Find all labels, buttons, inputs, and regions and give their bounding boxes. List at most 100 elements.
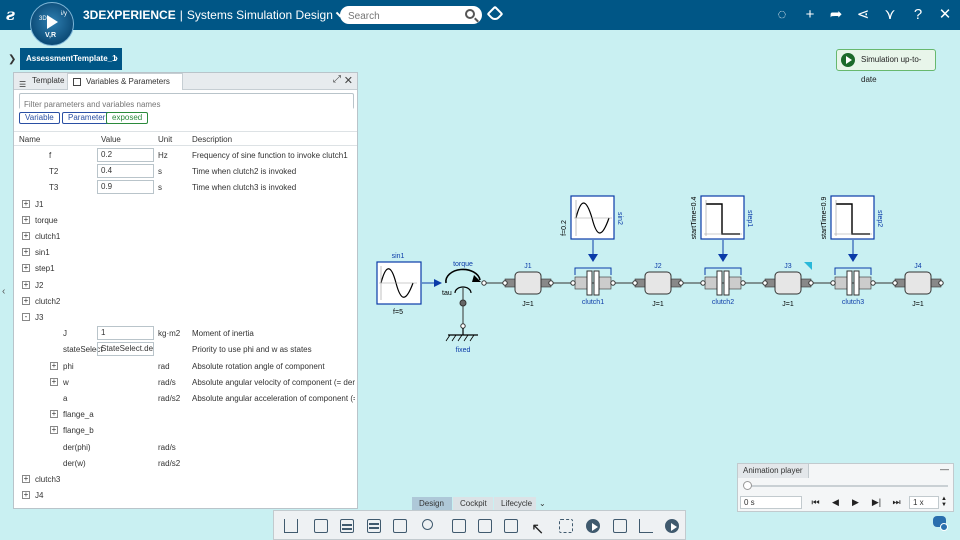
search-input[interactable]: [340, 7, 450, 26]
table-row[interactable]: + clutch3: [14, 471, 357, 487]
help-icon[interactable]: ?: [908, 5, 928, 25]
app-title[interactable]: 3DEXPERIENCE | Systems Simulation Design: [83, 8, 345, 22]
simulate-play-icon[interactable]: [584, 517, 602, 535]
results-icon[interactable]: [502, 517, 520, 535]
table-row[interactable]: + step1: [14, 260, 357, 276]
table-row[interactable]: stateSelect StateSelect.de Priority to use…: [14, 341, 357, 357]
chat-bubble-icon[interactable]: ◌: [772, 5, 792, 25]
notification-chat-icon[interactable]: [933, 516, 948, 531]
step-forward-icon[interactable]: ▶|: [867, 496, 886, 509]
minimize-icon[interactable]: —: [940, 464, 949, 474]
table-row[interactable]: a rad/s2 Absolute angular acceleration of …: [14, 390, 357, 406]
table-row[interactable]: + w rad/s Absolute angular velocity of comp…: [14, 374, 357, 390]
chevron-down-icon[interactable]: ⌄: [537, 497, 549, 510]
add-plot-icon[interactable]: [450, 517, 468, 535]
filter-input[interactable]: [20, 97, 353, 112]
expand-left-icon[interactable]: ❯: [8, 54, 16, 65]
table-row[interactable]: + phi rad Absolute rotation angle of compon…: [14, 358, 357, 374]
edit-plot-icon[interactable]: [476, 517, 494, 535]
experiment-icon[interactable]: [611, 517, 629, 535]
table-row[interactable]: + J2: [14, 277, 357, 293]
filter-field[interactable]: [19, 93, 354, 112]
speed-stepper-icon[interactable]: ▲ ▼: [941, 496, 947, 508]
table-row[interactable]: der(phi) rad/s: [14, 439, 357, 455]
search-icon[interactable]: [465, 9, 475, 19]
clutch2-block[interactable]: clutch2: [700, 240, 746, 306]
tab-variables-parameters[interactable]: Variables & Parameters: [67, 73, 183, 90]
fixed-ground[interactable]: fixed: [445, 323, 478, 354]
chart-icon[interactable]: [637, 517, 655, 535]
row-value-input[interactable]: StateSelect.de: [97, 342, 154, 357]
document-info-icon[interactable]: [391, 517, 409, 535]
torque-block[interactable]: torque tau: [442, 261, 487, 325]
clutch3-block[interactable]: clutch3: [830, 240, 876, 306]
timeline-knob[interactable]: [743, 481, 752, 490]
export-icon[interactable]: [282, 517, 300, 535]
expand-icon[interactable]: +: [50, 377, 58, 386]
apps-icon[interactable]: ⋎: [880, 5, 900, 25]
timeline-track[interactable]: [744, 485, 948, 487]
expand-icon[interactable]: +: [22, 232, 30, 240]
expand-icon[interactable]: +: [50, 426, 58, 435]
tab-design[interactable]: Design: [412, 497, 452, 510]
row-value-input[interactable]: 0.4: [97, 164, 154, 179]
step2-block[interactable]: step2 startTime=0.9: [821, 195, 883, 240]
table-row[interactable]: + clutch2: [14, 293, 357, 309]
current-time-field[interactable]: 0 s: [740, 496, 802, 509]
tab-template[interactable]: ☰ Template: [14, 73, 66, 90]
select-cursor-icon[interactable]: ↖: [529, 517, 547, 538]
step-back-icon[interactable]: ◀: [826, 496, 845, 509]
table-row[interactable]: + J1: [14, 196, 357, 212]
tab-lifecycle[interactable]: Lifecycle: [494, 497, 536, 510]
J2-inertia[interactable]: J2 J=1: [632, 263, 684, 308]
expand-icon[interactable]: +: [22, 215, 30, 224]
table-row[interactable]: T3 0.9 s Time when clutch3 is invoked: [14, 179, 357, 195]
chip-variable[interactable]: Variable: [19, 112, 60, 124]
row-value-input[interactable]: 0.9: [97, 180, 154, 195]
analyze-play-icon[interactable]: [663, 517, 681, 535]
compass-icon[interactable]: 3D i/y V,R: [30, 2, 74, 46]
table-row[interactable]: + J4: [14, 487, 357, 503]
table-view-icon[interactable]: [365, 517, 383, 535]
expand-icon[interactable]: +: [50, 361, 58, 370]
clutch1-block[interactable]: clutch1: [570, 240, 616, 306]
step1-block[interactable]: step1 startTime=0.4: [691, 195, 753, 240]
expand-icon[interactable]: +: [50, 410, 58, 419]
add-icon[interactable]: +: [800, 5, 820, 25]
chip-parameter[interactable]: Parameter: [62, 112, 112, 124]
breadcrumb[interactable]: AssessmentTemplate_1 ›: [20, 48, 122, 70]
fullscreen-exit-icon[interactable]: ✕: [935, 5, 955, 25]
row-value-input[interactable]: 1: [97, 326, 154, 341]
inspect-zoom-icon[interactable]: [420, 517, 438, 535]
collapse-panel-icon[interactable]: ‹: [2, 286, 5, 297]
expand-icon[interactable]: +: [22, 280, 30, 289]
table-row[interactable]: - J3: [14, 309, 357, 325]
expand-icon[interactable]: +: [22, 491, 30, 500]
table-row[interactable]: der(w) rad/s2: [14, 455, 357, 471]
save-icon[interactable]: [312, 517, 330, 535]
configure-icon[interactable]: [557, 517, 575, 535]
search-box[interactable]: [340, 6, 482, 26]
table-row[interactable]: f 0.2 Hz Frequency of sine function to invo…: [14, 147, 357, 163]
table-row[interactable]: + sin1: [14, 244, 357, 260]
properties-list-icon[interactable]: [338, 517, 356, 535]
sin2-block[interactable]: sin2 f=0.2: [561, 195, 623, 240]
skip-to-end-icon[interactable]: ⏭: [887, 496, 906, 509]
row-value-input[interactable]: 0.2: [97, 148, 154, 162]
network-icon[interactable]: ⋖: [853, 5, 873, 25]
play-icon[interactable]: ▶: [846, 496, 865, 509]
J3-inertia[interactable]: J3 J=1: [762, 262, 814, 308]
table-row[interactable]: + torque: [14, 212, 357, 228]
expand-icon[interactable]: +: [22, 264, 30, 273]
skip-to-start-icon[interactable]: ⏮: [806, 496, 825, 509]
table-row[interactable]: J 1 kg·m2 Moment of inertia: [14, 325, 357, 341]
collapse-icon[interactable]: -: [22, 313, 30, 321]
close-icon[interactable]: ✕: [344, 74, 353, 87]
playback-speed-field[interactable]: 1 x: [909, 496, 939, 509]
expand-icon[interactable]: +: [22, 296, 30, 305]
share-icon[interactable]: ➦: [826, 5, 846, 25]
expand-icon[interactable]: +: [22, 475, 30, 483]
ds-logo-icon[interactable]: ƨ: [6, 5, 24, 25]
table-row[interactable]: + flange_a: [14, 406, 357, 422]
table-row[interactable]: + clutch1: [14, 228, 357, 244]
